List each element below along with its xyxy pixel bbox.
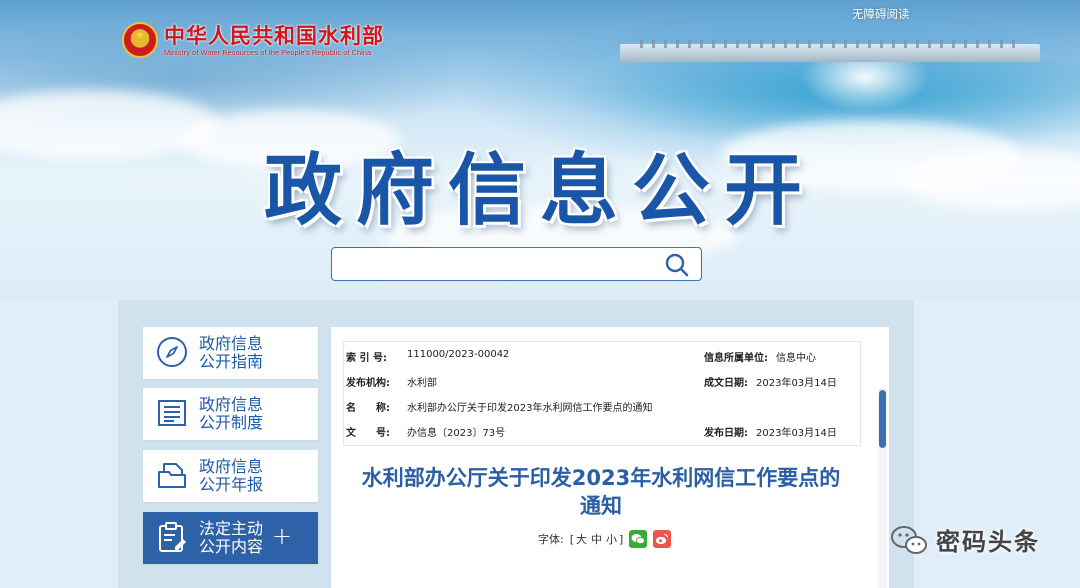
sidebar-item-label: 政府信息 公开制度 <box>199 395 264 432</box>
document-list-icon <box>158 400 186 426</box>
search-icon[interactable] <box>664 252 690 278</box>
document-meta-table: 索 引 号: 111000/2023-00042 信息所属单位: 信息中心 发布… <box>343 341 861 446</box>
search-input[interactable] <box>342 253 662 275</box>
page-title: 政府信息公开 <box>263 146 816 236</box>
meta-row: 名 称: 水利部办公厅关于印发2023年水利网信工作要点的通知 <box>344 394 862 418</box>
docno-label: 文 号: <box>346 428 390 439</box>
font-size-label: 字体: <box>538 533 564 546</box>
meta-row: 文 号: 办信息〔2023〕73号 发布日期: 2023年03月14日 <box>344 419 862 443</box>
index-value: 111000/2023-00042 <box>407 349 510 360</box>
sidebar-item-annual-report[interactable]: 政府信息 公开年报 <box>143 450 318 502</box>
created-label: 成文日期: <box>704 378 748 389</box>
sidebar-item-statutory-content[interactable]: 法定主动 公开内容 + <box>143 512 318 564</box>
search-box[interactable] <box>331 247 702 281</box>
bracket-close: ] <box>619 532 624 546</box>
name-label: 名 称: <box>346 403 390 414</box>
document-title: 水利部办公厅关于印发2023年水利网信工作要点的 通知 <box>331 464 871 520</box>
published-value: 2023年03月14日 <box>756 428 837 439</box>
national-emblem-icon <box>122 22 158 58</box>
logo-text: 中华人民共和国水利部 Ministry of Water Resources o… <box>164 24 384 57</box>
accessibility-link[interactable]: 无障碍阅读 <box>852 6 910 22</box>
ministry-name-cn: 中华人民共和国水利部 <box>164 23 384 48</box>
ministry-name-en: Ministry of Water Resources of the Peopl… <box>164 47 372 57</box>
ministry-logo[interactable]: 中华人民共和国水利部 Ministry of Water Resources o… <box>122 22 384 58</box>
wechat-icon <box>631 534 646 545</box>
document-title-line2: 通知 <box>580 494 622 518</box>
font-size-small-button[interactable]: 小 <box>606 531 617 547</box>
clipboard-edit-icon <box>159 522 186 552</box>
expand-plus-icon[interactable]: + <box>272 524 292 548</box>
bracket-open: [ <box>569 532 575 546</box>
unit-value: 信息中心 <box>776 353 816 364</box>
issuer-value: 水利部 <box>407 378 437 389</box>
sidebar-item-disclosure-system[interactable]: 政府信息 公开制度 <box>143 388 318 440</box>
sidebar-item-disclosure-guide[interactable]: 政府信息 公开指南 <box>143 327 318 379</box>
index-label: 索 引 号: <box>346 353 387 364</box>
watermark-text: 密码头条 <box>936 528 1040 556</box>
sidebar-item-label: 法定主动 公开内容 <box>199 519 264 556</box>
issuer-label: 发布机构: <box>346 378 390 389</box>
scrollbar-thumb[interactable] <box>879 390 886 448</box>
wechat-watermark-icon <box>891 525 927 554</box>
dam-piers <box>640 40 1020 48</box>
compass-icon <box>157 337 187 367</box>
font-size-controls: 字体: [ 大 中 小 ] <box>538 530 672 548</box>
spillway-spray <box>800 62 930 112</box>
weibo-share-button[interactable] <box>653 530 672 548</box>
published-label: 发布日期: <box>704 428 748 439</box>
folder-icon <box>158 463 186 488</box>
unit-label: 信息所属单位: <box>704 353 768 364</box>
font-size-large-button[interactable]: 大 <box>576 531 587 547</box>
sidebar-item-label: 政府信息 公开指南 <box>199 334 264 371</box>
docno-value: 办信息〔2023〕73号 <box>407 428 506 439</box>
weibo-icon <box>656 533 669 545</box>
font-size-medium-button[interactable]: 中 <box>591 531 602 547</box>
document-title-line1: 水利部办公厅关于印发2023年水利网信工作要点的 <box>361 466 841 490</box>
name-value: 水利部办公厅关于印发2023年水利网信工作要点的通知 <box>407 403 653 414</box>
meta-row: 索 引 号: 111000/2023-00042 信息所属单位: 信息中心 <box>344 344 862 368</box>
meta-row: 发布机构: 水利部 成文日期: 2023年03月14日 <box>344 369 862 393</box>
created-value: 2023年03月14日 <box>756 378 837 389</box>
sidebar-item-label: 政府信息 公开年报 <box>199 457 264 494</box>
wechat-share-button[interactable] <box>629 530 648 548</box>
watermark: 密码头条 <box>890 522 1040 557</box>
